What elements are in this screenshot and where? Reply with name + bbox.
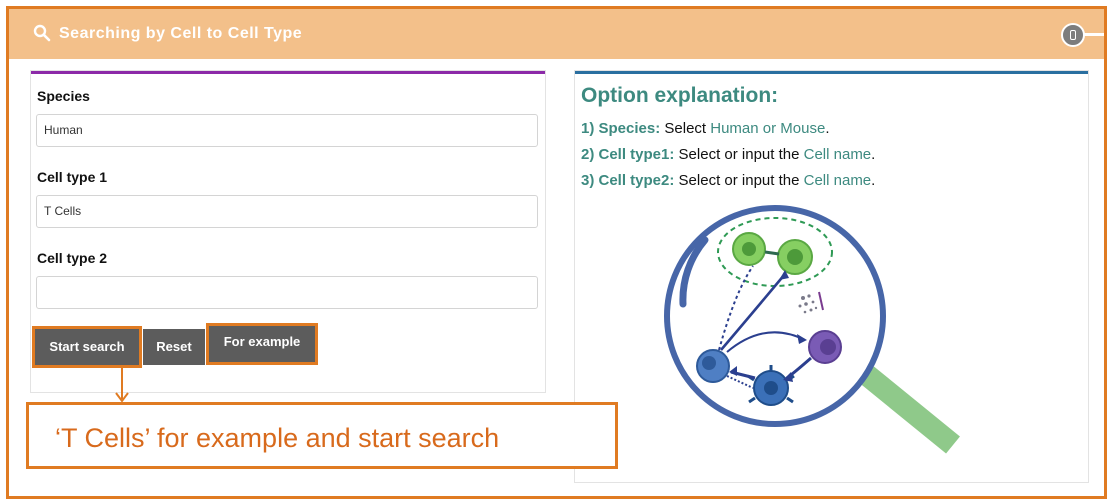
explanation-line-cell-type2: 3) Cell type2: Select or input the Cell … — [581, 172, 875, 189]
explanation-key: 2) Cell type1: — [581, 146, 675, 163]
start-search-button[interactable]: Start search — [32, 326, 142, 368]
explanation-end: . — [871, 172, 876, 189]
magnifier-cells-illustration — [664, 205, 960, 454]
explanation-highlight: Human or Mouse — [710, 120, 826, 137]
purple-cell-nucleus — [820, 339, 836, 355]
explanation-key: 1) Species: — [581, 120, 661, 137]
panel-title: Searching by Cell to Cell Type — [59, 25, 303, 42]
toggle-track — [1084, 33, 1104, 36]
reset-button[interactable]: Reset — [143, 329, 205, 365]
explanation-line-species: 1) Species: Select Human or Mouse. — [581, 120, 829, 137]
blue-cell-left-nucleus — [702, 356, 716, 370]
toggle-icon[interactable] — [1061, 23, 1085, 47]
explanation-highlight: Cell name — [803, 172, 872, 189]
search-form-panel: Species Human Cell type 1 T Cells Cell t… — [31, 71, 545, 392]
annotation-arrow — [115, 365, 129, 403]
cell-type2-label: Cell type 2 — [37, 250, 108, 266]
green-cell-1-nucleus — [742, 242, 756, 256]
explanation-text: Select — [660, 120, 711, 137]
explanation-line-cell-type1: 2) Cell type1: Select or input the Cell … — [581, 146, 875, 163]
species-label: Species — [37, 88, 90, 104]
explanation-text: Select or input the — [674, 172, 804, 189]
search-icon — [33, 24, 51, 42]
green-cell-2-nucleus — [787, 249, 803, 265]
explanation-title: Option explanation: — [581, 84, 779, 107]
cell-type2-input[interactable] — [36, 276, 538, 309]
explanation-text: Select or input the — [674, 146, 804, 163]
for-example-button[interactable]: For example — [206, 323, 318, 365]
cell-type1-input[interactable]: T Cells — [36, 195, 538, 228]
panel-header: Searching by Cell to Cell Type — [9, 9, 1104, 59]
species-select[interactable]: Human — [36, 114, 538, 147]
annotation-callout: ‘T Cells’ for example and start search — [26, 402, 618, 469]
green-cell-link — [764, 250, 780, 256]
explanation-key: 3) Cell type2: — [581, 172, 675, 189]
magnifier-handle — [860, 366, 960, 454]
option-explanation-panel: Option explanation: 1) Species: Select H… — [575, 71, 1088, 482]
main-frame: Searching by Cell to Cell Type Species H… — [6, 6, 1107, 499]
explanation-highlight: Cell name — [803, 146, 872, 163]
annotation-text: ‘T Cells’ for example and start search — [55, 423, 500, 453]
cell-type1-label: Cell type 1 — [37, 169, 108, 185]
explanation-end: . — [825, 120, 830, 137]
explanation-end: . — [871, 146, 876, 163]
